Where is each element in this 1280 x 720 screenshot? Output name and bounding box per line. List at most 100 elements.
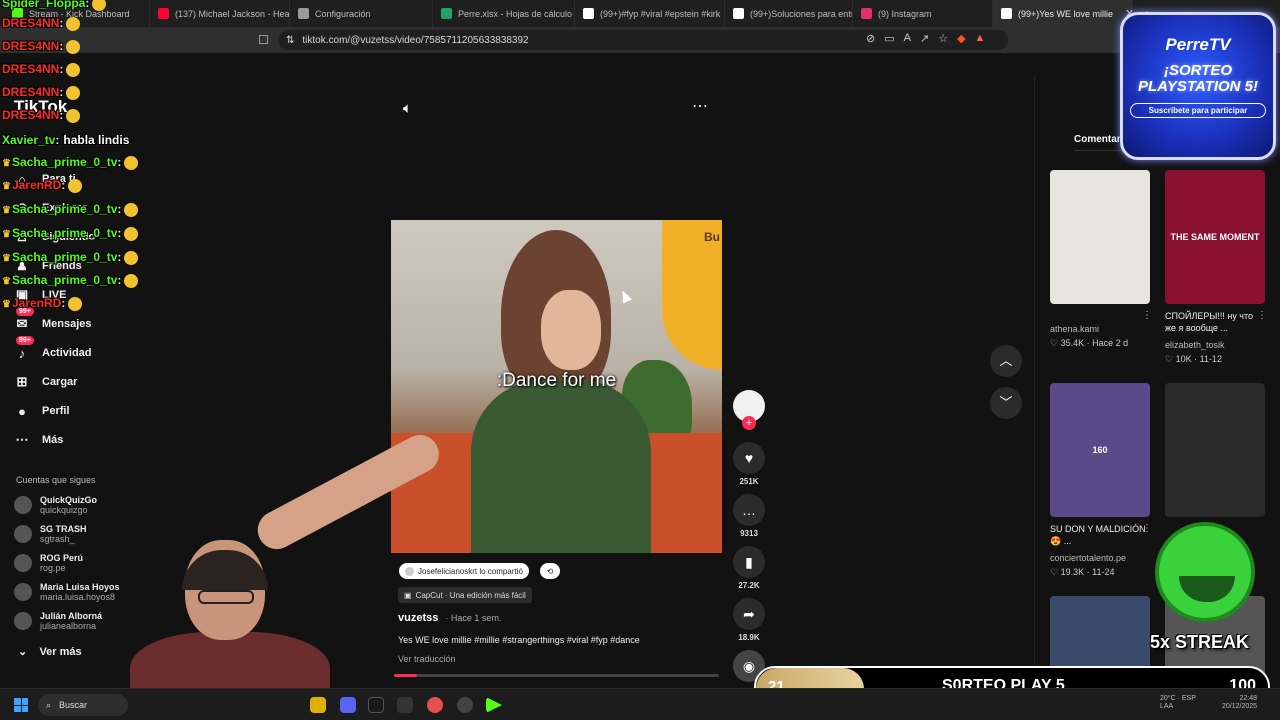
comment-button[interactable]: … 9313 [731,494,767,538]
sidebar-item-friends[interactable]: ♟ Friends [14,255,82,277]
video-brand-text: Bu [704,230,720,244]
follow-plus-icon[interactable]: + [742,416,756,430]
browser-tab-strip: Stream - Kick Dashboard (137) Michael Jac… [0,0,1280,27]
taskbar-app-icon[interactable] [457,697,473,713]
sidebar-item-cargar[interactable]: ⊞ Cargar [14,371,78,393]
clock-time: 22:48 [1239,695,1258,702]
video-progress-bar[interactable] [394,674,719,677]
video-player[interactable]: Bu :Dance for me [391,220,722,553]
sidebar-item-actividad[interactable]: ♪ Actividad 99+ [14,336,92,364]
share-icon[interactable]: ↗ [920,32,929,45]
related-video-thumbnail[interactable] [1050,170,1150,304]
next-video-button[interactable]: ﹀ [990,387,1022,419]
related-video-caption[interactable]: СПОЙЛЕРЫ!!! ну что же я вообще ... [1165,310,1261,334]
following-account[interactable]: QuickQuizGo quickquizgo [14,495,97,515]
discord-icon[interactable] [340,697,356,713]
promo-line-2: PLAYSTATION 5! [1138,77,1258,95]
related-video-thumbnail[interactable]: THE SAME MOMENT [1165,170,1265,304]
repost-button[interactable]: ⟲ [540,563,560,579]
related-video-user[interactable]: athena.kami [1050,324,1150,334]
star-icon[interactable]: ☆ [938,32,948,45]
browser-tab[interactable]: (137) Michael Jackson - Heartb [150,0,290,27]
sidebar-item-siguiendo[interactable]: ♙ Siguiendo [14,226,95,248]
sidebar-item-para-ti[interactable]: ⌂ Para ti [14,168,76,190]
terminal-icon[interactable] [368,697,384,713]
sidebar-item-mensajes[interactable]: ✉ Mensajes 99+ [14,307,92,335]
previous-video-button[interactable]: ︿ [990,345,1022,377]
account-name: Julián Alborná [40,611,103,621]
sidebar-item-label: Cargar [42,376,78,388]
sidebar-item-más[interactable]: ⋯ Más [14,429,64,451]
browser-tab[interactable]: (99+)Yes WE love millie✕ [993,0,1133,27]
following-account[interactable]: SG TRASH sgtrash_ [14,524,87,544]
browser-tab[interactable]: Perre.xlsx - Hojas de cálculo de [433,0,575,27]
tab-label: (137) Michael Jackson - Heartb [175,8,290,19]
like-button[interactable]: ♥ 251K [731,442,767,486]
tab-favicon-icon [158,8,169,19]
browser-toolbar: ☐ ⇅ tiktok.com/@vuzetss/video/7585711205… [0,27,1280,53]
tab-favicon-icon [861,8,872,19]
promo-title: PerreTV [1165,35,1231,54]
kick-play-icon[interactable] [486,697,502,713]
browser-tab[interactable]: Configuración [290,0,433,27]
more-options-icon[interactable]: ⋯ [692,96,709,116]
related-video-date: Hace 2 d [1092,338,1129,348]
obs-icon[interactable] [427,697,443,713]
capcut-icon: ▣ [404,590,412,600]
see-translation-link[interactable]: Ver traducción [398,654,456,664]
avatar [14,525,32,543]
tab-label: (99+)Soluciones para entradas [750,8,853,19]
more-options-icon[interactable]: ⋮ [1257,310,1267,321]
related-video-thumbnail[interactable] [1165,383,1265,517]
following-account[interactable]: Maria Luisa Hoyos maria.luisa.hoyos8 [14,582,120,602]
video-author[interactable]: vuzetss · Hace 1 sem. [398,612,501,624]
heart-outline-icon: ♡ [1165,354,1176,364]
following-account[interactable]: ROG Perú rog.pe [14,553,83,573]
account-text: SG TRASH sgtrash_ [40,524,87,544]
taskbar-clock[interactable]: 22:48 20/12/2025 [1222,695,1257,712]
windows-start-icon[interactable] [14,698,28,712]
video-caption: :Dance for me [496,370,617,391]
browser-tab[interactable]: (99+)#fyp #viral #epstein #kirk [575,0,725,27]
share-count: 18.9K [738,633,760,642]
taskbar-search[interactable]: ⌕ Buscar [38,694,128,716]
browser-tab[interactable]: Stream - Kick Dashboard [4,0,150,27]
see-more-button[interactable]: ⌄ Ver más [18,645,82,658]
sidebar-item-perfil[interactable]: ● Perfil [14,400,69,422]
site-info-icon[interactable]: ⇅ [286,35,294,46]
capcut-link[interactable]: ▣ CapCut · Una edición más fácil [398,587,532,603]
eye-off-icon[interactable]: ⊘ [866,32,875,45]
volume-icon[interactable]: 🔈︎ [403,100,412,117]
following-account[interactable]: Julián Alborná julianealborna [14,611,102,631]
taskbar-app-icon[interactable] [397,697,413,713]
taskbar-app-icon[interactable] [310,697,326,713]
browser-tab[interactable]: (9) Instagram [853,0,993,27]
related-video-thumbnail[interactable]: 160 [1050,383,1150,517]
more-options-icon[interactable]: ⋮ [1142,523,1152,534]
more-options-icon[interactable]: ⋮ [1142,310,1152,321]
related-video-user[interactable]: conciertotalento.pe [1050,553,1150,563]
sidebar-item-explorar[interactable]: ◎ Explorar [14,197,86,219]
brave-shield-icon[interactable]: ◆ [957,32,965,45]
language-layout-text: LAA [1160,703,1174,711]
bookmark-icon[interactable]: ☐ [258,33,269,47]
account-name: ROG Perú [40,553,84,563]
shared-by-pill[interactable]: Josefelicianoskrt lo compartió [399,563,529,579]
related-video-user[interactable]: elizabeth_tosik [1165,340,1265,350]
share-button[interactable]: ➦ 18.9K [731,598,767,642]
related-video-caption[interactable]: SU DON Y MALDICIÓN 😍 ... [1050,523,1146,547]
avatar [14,496,32,514]
browser-tab[interactable]: (99+)Soluciones para entradas [725,0,853,27]
screen-icon[interactable]: ▭ [884,32,894,45]
translate-icon[interactable]: A [904,32,911,45]
sidebar-item-label: Siguiendo [42,231,96,243]
promo-headline: ¡SORTEO PLAYSTATION 5! [1123,63,1273,95]
comment-icon: … [733,494,765,526]
tiktok-logo[interactable]: TikTok [14,97,67,117]
related-video-date: 11-12 [1199,354,1222,364]
rewards-icon[interactable]: ▲ [975,32,986,45]
system-tray[interactable]: 20°C · ESP LAA [1160,695,1196,712]
save-button[interactable]: ▮ 27.2K [731,546,767,590]
heart-outline-icon: ♡ [1050,567,1061,577]
sidebar-item-live[interactable]: ▣ LIVE [14,284,67,306]
